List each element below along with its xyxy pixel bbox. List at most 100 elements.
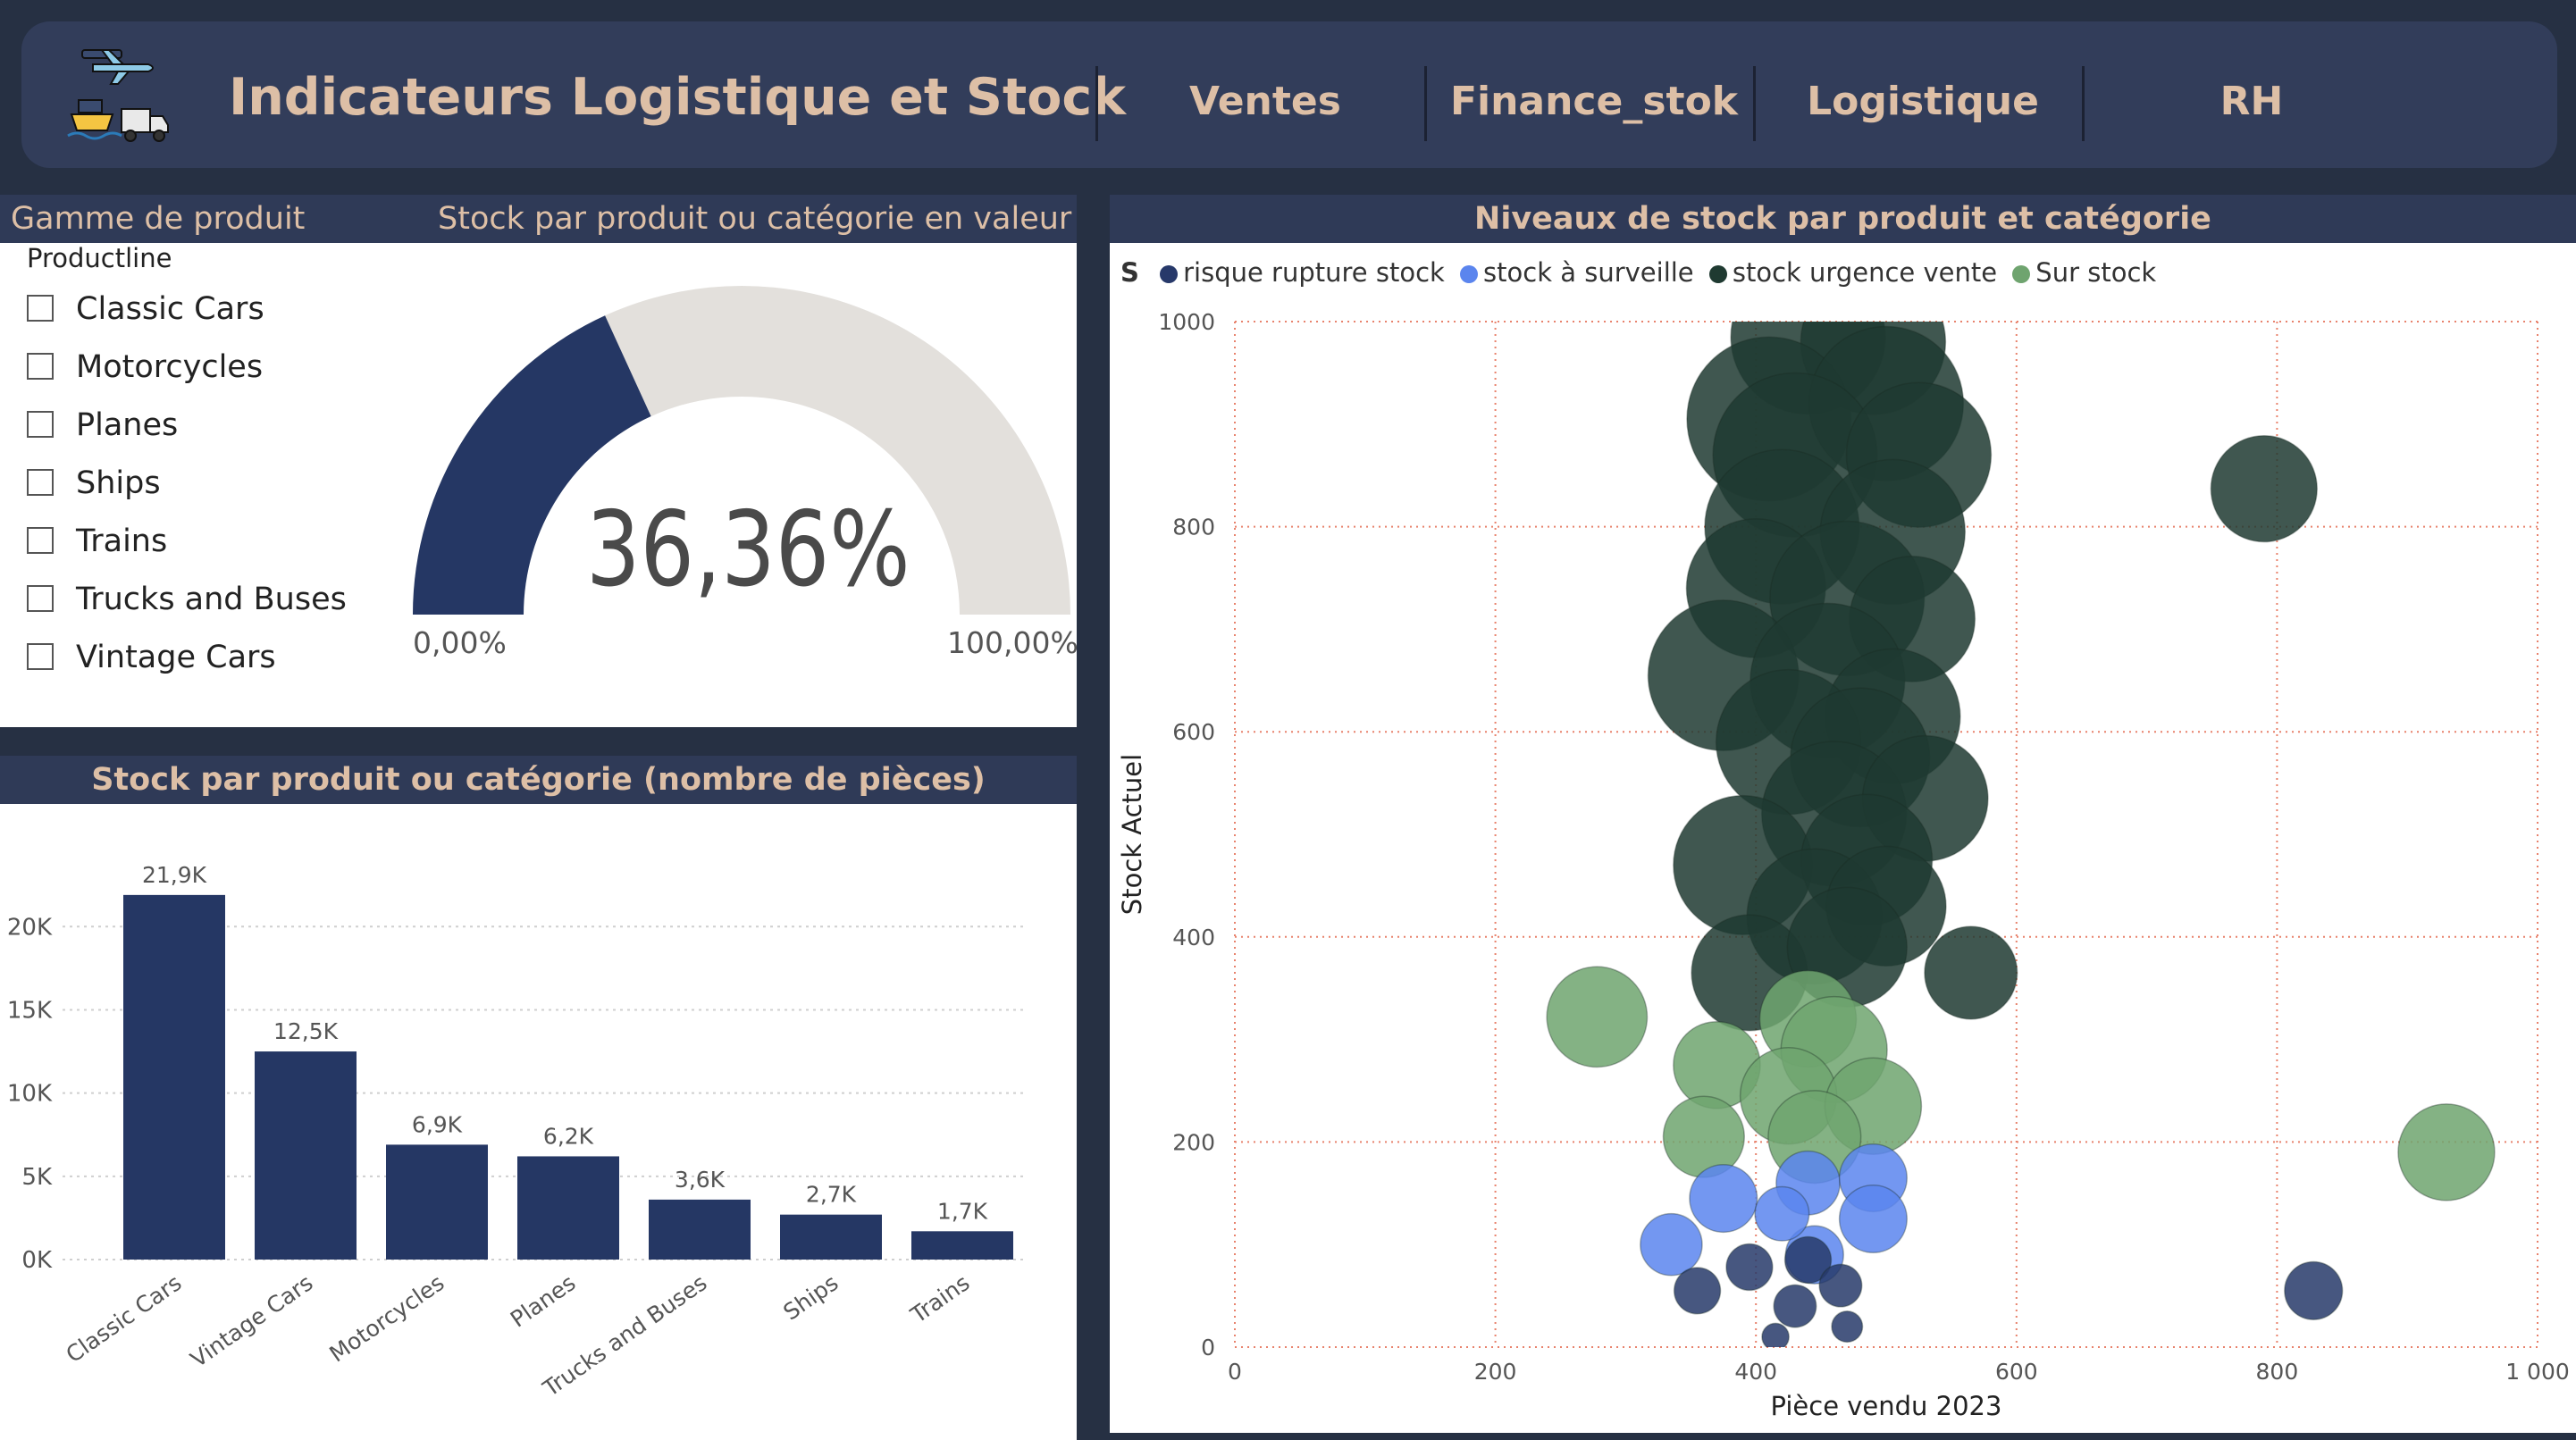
scatter-x-tick-label: 0 bbox=[1228, 1359, 1242, 1385]
scatter-y-tick-label: 0 bbox=[1201, 1335, 1215, 1360]
checkbox[interactable] bbox=[27, 353, 54, 380]
legend-item-risque-rupture[interactable]: risque rupture stock bbox=[1160, 257, 1445, 288]
scatter-point[interactable] bbox=[1924, 925, 2018, 1020]
checkbox[interactable] bbox=[27, 295, 54, 322]
scatter-point[interactable] bbox=[1546, 966, 1649, 1068]
slicer-item-label: Trains bbox=[76, 523, 168, 559]
slicer-title: Productline bbox=[27, 243, 172, 273]
legend-dot bbox=[1160, 265, 1179, 283]
bar-y-tick-label: 10K bbox=[7, 1081, 53, 1108]
scatter-title: Niveaux de stock par produit et catégori… bbox=[1110, 195, 2576, 243]
slicer-item-label: Vintage Cars bbox=[76, 640, 276, 675]
scatter-x-tick-label: 200 bbox=[1474, 1359, 1517, 1385]
scatter-points bbox=[1546, 322, 2496, 1350]
scatter-point[interactable] bbox=[1818, 1263, 1863, 1308]
bar-chart: 0K 5K 10K 15K 20K 21,9K Classic Cars 12,5K Vinta… bbox=[7, 862, 1028, 1402]
nav-divider bbox=[1095, 66, 1098, 141]
bar-y-tick-label: 20K bbox=[7, 914, 53, 941]
scatter-y-tick-label: 600 bbox=[1172, 719, 1215, 745]
panel-header: Gamme de produit Stock par produit ou ca… bbox=[0, 195, 1077, 243]
bar-y-tick-label: 15K bbox=[7, 997, 53, 1024]
legend-item-urgence-vente[interactable]: stock urgence vente bbox=[1708, 257, 1998, 288]
slicer-item-label: Planes bbox=[76, 407, 179, 443]
slicer-item-label: Ships bbox=[76, 465, 161, 501]
scatter-point[interactable] bbox=[1673, 1267, 1722, 1315]
checkbox[interactable] bbox=[27, 585, 54, 612]
bar[interactable] bbox=[386, 1144, 488, 1260]
bar-data-label: 12,5K bbox=[273, 1018, 339, 1044]
legend-label: stock urgence vente bbox=[1732, 257, 1998, 288]
bar-category-label: Vintage Cars bbox=[186, 1269, 317, 1372]
scatter-point[interactable] bbox=[1773, 1284, 1817, 1328]
bar[interactable] bbox=[780, 1214, 882, 1260]
gauge-max-label: 100,00% bbox=[947, 625, 1078, 660]
scatter-y-tick-label: 200 bbox=[1172, 1129, 1215, 1155]
bar[interactable] bbox=[911, 1231, 1013, 1260]
nav-ventes[interactable]: Ventes bbox=[1104, 57, 1426, 147]
bar[interactable] bbox=[649, 1199, 751, 1260]
legend-item-a-surveille[interactable]: stock à surveille bbox=[1460, 257, 1694, 288]
bar[interactable] bbox=[255, 1051, 357, 1260]
legend-label: Sur stock bbox=[2035, 257, 2157, 288]
bar-chart-title: Stock par produit ou catégorie (nombre d… bbox=[0, 756, 1077, 804]
checkbox[interactable] bbox=[27, 411, 54, 438]
logistics-logo-icon bbox=[67, 49, 169, 142]
scatter-y-tick-label: 1000 bbox=[1158, 309, 1215, 335]
legend-title: S bbox=[1120, 257, 1139, 288]
scatter-point[interactable] bbox=[2284, 1260, 2344, 1321]
header-bar: Indicateurs Logistique et Stock Ventes F… bbox=[21, 21, 2557, 168]
bar-data-label: 21,9K bbox=[142, 862, 207, 888]
scatter-point[interactable] bbox=[2397, 1103, 2496, 1201]
bar-y-tick-label: 5K bbox=[21, 1164, 53, 1191]
checkbox[interactable] bbox=[27, 643, 54, 670]
scatter-x-tick-label: 800 bbox=[2256, 1359, 2299, 1385]
checkbox[interactable] bbox=[27, 469, 54, 496]
scatter-point[interactable] bbox=[1754, 1185, 1810, 1242]
bar-category-label: Classic Cars bbox=[62, 1269, 187, 1368]
slicer-item-label: Trucks and Buses bbox=[76, 582, 347, 617]
scatter-point[interactable] bbox=[1838, 1184, 1908, 1254]
nav-finance-stok[interactable]: Finance_stok bbox=[1433, 57, 1755, 147]
legend-dot bbox=[1708, 265, 1727, 283]
page-title: Indicateurs Logistique et Stock bbox=[229, 68, 1127, 127]
scatter-y-tick-label: 800 bbox=[1172, 515, 1215, 540]
bar-category-label: Planes bbox=[506, 1269, 580, 1333]
nav-divider bbox=[2082, 66, 2085, 141]
bar-category-label: Motorcycles bbox=[324, 1269, 449, 1367]
checkbox[interactable] bbox=[27, 527, 54, 554]
scatter-y-tick-label: 400 bbox=[1172, 925, 1215, 950]
scatter-x-axis-label: Pièce vendu 2023 bbox=[1771, 1391, 2002, 1421]
slicer-item-label: Classic Cars bbox=[76, 291, 264, 327]
scatter-chart: 0 200 400 600 800 1 00002004006008001000Pièce… bbox=[1117, 309, 2570, 1421]
gauge-value: 36,36% bbox=[586, 490, 910, 610]
bar-y-tick-label: 0K bbox=[21, 1247, 53, 1274]
legend-item-sur-stock[interactable]: Sur stock bbox=[2012, 257, 2156, 288]
bar[interactable] bbox=[517, 1156, 619, 1260]
scatter-point[interactable] bbox=[1640, 1212, 1703, 1277]
scatter-point[interactable] bbox=[1761, 1322, 1790, 1350]
bar-data-label: 6,2K bbox=[543, 1123, 594, 1149]
legend-label: risque rupture stock bbox=[1183, 257, 1445, 288]
legend-dot bbox=[2012, 265, 2031, 283]
nav-divider bbox=[1424, 66, 1427, 141]
bar-category-label: Trains bbox=[905, 1269, 974, 1328]
scatter-legend: S risque rupture stock stock à surveille… bbox=[1120, 257, 2163, 293]
slicer-item-label: Motorcycles bbox=[76, 349, 264, 385]
bar-data-label: 6,9K bbox=[412, 1111, 463, 1137]
scatter-point[interactable] bbox=[1831, 1310, 1864, 1344]
nav-logistique[interactable]: Logistique bbox=[1762, 57, 2084, 147]
scatter-point[interactable] bbox=[2210, 434, 2318, 543]
scatter-point[interactable] bbox=[1725, 1243, 1774, 1292]
scatter-y-axis-label: Stock Actuel bbox=[1117, 754, 1147, 915]
bar-category-label: Ships bbox=[778, 1269, 843, 1326]
scatter-x-tick-label: 1 000 bbox=[2505, 1359, 2570, 1385]
nav-rh[interactable]: RH bbox=[2091, 57, 2412, 147]
gauge-heading: Stock par produit ou catégorie en valeur bbox=[438, 201, 1072, 237]
legend-dot bbox=[1460, 265, 1479, 283]
scatter-point[interactable] bbox=[1689, 1163, 1758, 1234]
gauge-min-label: 0,00% bbox=[413, 625, 507, 660]
slicer-heading: Gamme de produit bbox=[11, 201, 306, 237]
scatter-x-tick-label: 600 bbox=[1995, 1359, 2038, 1385]
bar[interactable] bbox=[123, 894, 225, 1260]
bar-data-label: 1,7K bbox=[937, 1198, 988, 1224]
